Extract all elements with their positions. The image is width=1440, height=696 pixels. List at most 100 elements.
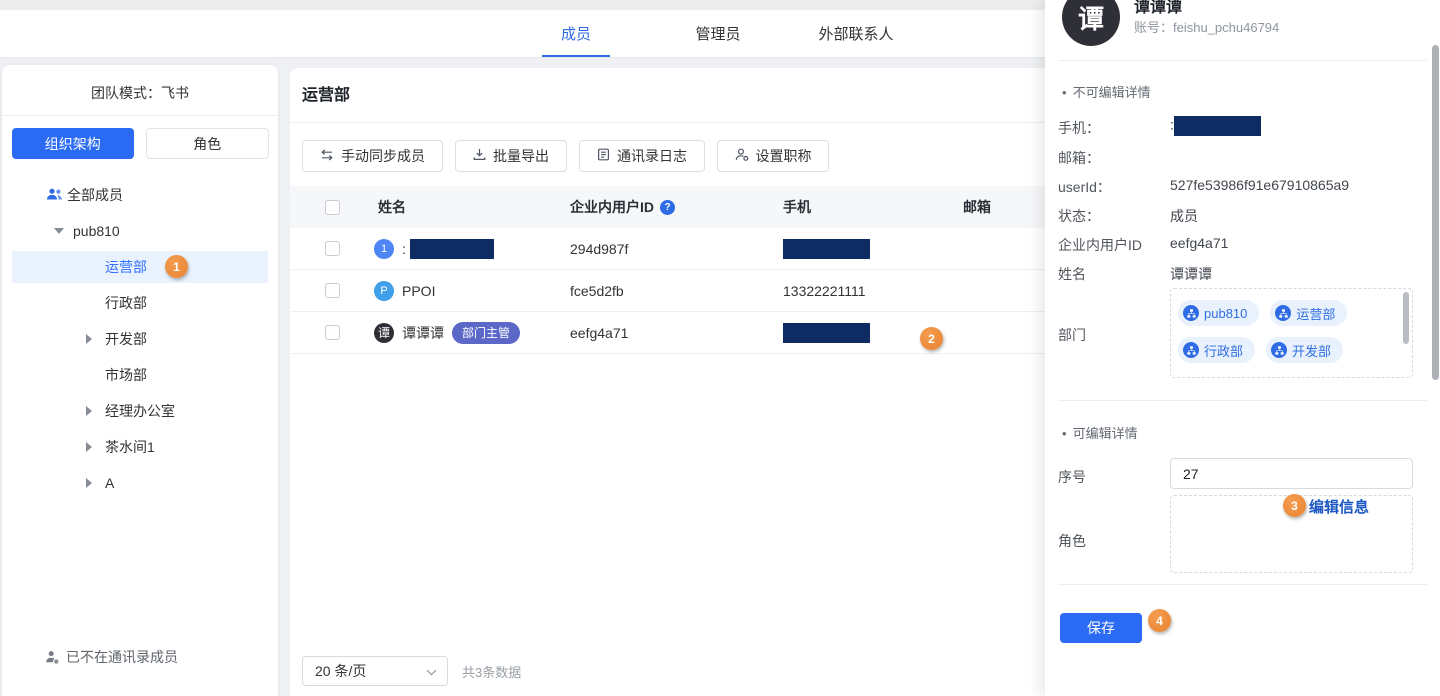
org-icon	[1271, 342, 1287, 358]
department-title: 运营部	[302, 81, 350, 105]
batch-export-label: 批量导出	[493, 146, 549, 166]
avatar: 谭	[374, 323, 394, 343]
name-value: 谭谭谭	[1170, 264, 1212, 284]
tab-admins-label: 管理员	[695, 23, 740, 44]
manual-sync-button[interactable]: 手动同步成员	[302, 140, 443, 172]
help-icon[interactable]: ?	[660, 200, 675, 215]
dept-tag[interactable]: pub810	[1178, 300, 1259, 326]
userid-label: userId：	[1058, 177, 1111, 197]
serial-label: 序号	[1058, 467, 1086, 487]
corp-user-id-cell: eefg4a71	[570, 325, 628, 341]
page-size-value: 20 条/页	[315, 661, 426, 681]
row-checkbox[interactable]	[325, 283, 340, 298]
removed-members-link[interactable]: 已不在通讯录成员	[2, 643, 278, 671]
annotation-step-1: 1	[165, 255, 188, 278]
avatar: P	[374, 281, 394, 301]
phone-label: 手机：	[1058, 118, 1100, 138]
dept-label: 部门	[1058, 325, 1086, 345]
annotation-step-2: 2	[920, 327, 943, 350]
readonly-section-title: 不可编辑详情	[1062, 82, 1151, 101]
person-settings-icon	[735, 148, 749, 164]
tree-item-operations-dept[interactable]: 运营部 1	[2, 249, 278, 285]
contacts-log-button[interactable]: 通讯录日志	[579, 140, 705, 172]
detail-account: 账号：feishu_pchu46794	[1134, 17, 1279, 36]
org-tree: 全部成员 pub810 运营部 1 行政部 开发部 市场部 经理办公室 茶水间1	[2, 177, 278, 501]
active-tab-underline	[542, 55, 610, 57]
dept-tag[interactable]: 行政部	[1178, 337, 1255, 363]
status-label: 状态：	[1058, 206, 1100, 226]
org-structure-button[interactable]: 组织架构	[12, 128, 134, 159]
annotation-step-3: 3	[1283, 494, 1306, 517]
status-value: 成员	[1170, 206, 1198, 226]
tab-members[interactable]: 成员	[530, 10, 622, 57]
edit-info-link[interactable]: 编辑信息	[1309, 496, 1369, 517]
redacted-phone	[783, 239, 870, 259]
dept-tag[interactable]: 开发部	[1266, 337, 1343, 363]
download-icon	[473, 148, 486, 164]
tab-external-contacts[interactable]: 外部联系人	[800, 10, 912, 57]
phone-cell: 13322221111	[783, 283, 866, 299]
team-mode-title: 团队模式：飞书	[2, 65, 278, 103]
pagination-bar: 20 条/页 共3条数据	[302, 656, 521, 686]
page-scrollbar[interactable]	[1432, 45, 1439, 380]
org-icon	[1275, 305, 1291, 321]
sync-icon	[320, 148, 334, 164]
redact-prefix: :	[402, 241, 406, 257]
page-size-select[interactable]: 20 条/页	[302, 656, 448, 686]
row-checkbox[interactable]	[325, 325, 340, 340]
set-job-title-button[interactable]: 设置职称	[717, 140, 829, 172]
userid-value: 527fe53986f91e67910865a9	[1170, 177, 1349, 193]
department-tags-box: pub810 运营部 行政部 开发部	[1170, 288, 1413, 378]
select-all-checkbox[interactable]	[325, 200, 340, 215]
log-icon	[597, 148, 610, 164]
role-button[interactable]: 角色	[146, 128, 270, 159]
tree-item-pantry1[interactable]: 茶水间1	[2, 429, 278, 465]
total-count: 共3条数据	[462, 662, 521, 681]
tree-item-label: 市场部	[2, 365, 147, 385]
manual-sync-label: 手动同步成员	[341, 146, 425, 166]
dept-tag-label: 行政部	[1204, 341, 1243, 360]
tree-item-market-dept[interactable]: 市场部	[2, 357, 278, 393]
org-icon	[1183, 342, 1199, 358]
dept-manager-badge: 部门主管	[452, 322, 520, 344]
tree-item-a[interactable]: A	[2, 465, 278, 501]
corp-userid-value: eefg4a71	[1170, 235, 1228, 251]
dept-box-scrollbar[interactable]	[1403, 292, 1409, 344]
avatar: 1	[374, 239, 394, 259]
tree-item-all-members[interactable]: 全部成员	[2, 177, 278, 213]
tree-item-label: 运营部	[2, 257, 147, 277]
save-button[interactable]: 保存	[1060, 613, 1142, 643]
role-label: 角色	[1058, 531, 1086, 551]
batch-export-button[interactable]: 批量导出	[455, 140, 567, 172]
detail-name: 谭谭谭	[1134, 0, 1182, 17]
annotation-step-4: 4	[1148, 609, 1171, 632]
redacted-phone	[783, 323, 870, 343]
col-email: 邮箱	[963, 199, 991, 215]
member-name: PPOI	[402, 283, 435, 299]
row-checkbox[interactable]	[325, 241, 340, 256]
corp-user-id-cell: 294d987f	[570, 241, 628, 257]
serial-input[interactable]	[1170, 458, 1413, 489]
chevron-down-icon	[426, 663, 437, 679]
tree-item-manager-office[interactable]: 经理办公室	[2, 393, 278, 429]
corp-userid-label: 企业内用户ID	[1058, 235, 1142, 255]
org-sidebar: 团队模式：飞书 组织架构 角色 全部成员 pub810 运营部 1 行政部 开发…	[2, 65, 278, 696]
drawer-divider	[1058, 584, 1427, 585]
set-job-title-label: 设置职称	[756, 146, 812, 166]
phone-value: :	[1170, 116, 1261, 136]
tree-item-pub810[interactable]: pub810	[2, 213, 278, 249]
tree-item-dev-dept[interactable]: 开发部	[2, 321, 278, 357]
member-name: 谭谭谭	[402, 323, 444, 343]
contacts-log-label: 通讯录日志	[617, 146, 687, 166]
member-toolbar: 手动同步成员 批量导出 通讯录日志 设置职称	[302, 140, 829, 172]
person-removed-icon	[45, 650, 60, 668]
dept-tag-label: pub810	[1204, 306, 1247, 321]
dept-tag[interactable]: 运营部	[1270, 300, 1347, 326]
tree-item-admin-dept[interactable]: 行政部	[2, 285, 278, 321]
detail-avatar: 谭	[1062, 0, 1120, 46]
member-detail-drawer: 谭 谭谭谭 账号：feishu_pchu46794 不可编辑详情 手机： : 邮…	[1045, 0, 1440, 696]
tree-item-label: 全部成员	[67, 185, 123, 205]
col-corp-user-id: 企业内用户ID	[570, 197, 654, 217]
tab-admins[interactable]: 管理员	[668, 10, 768, 57]
org-icon	[1183, 305, 1199, 321]
